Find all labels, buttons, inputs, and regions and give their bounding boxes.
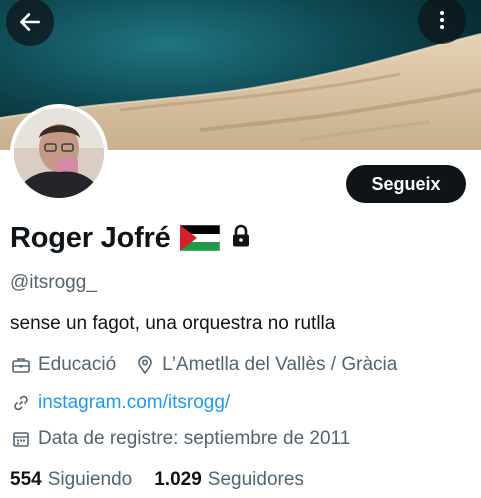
followers-count: 1.029 bbox=[154, 469, 202, 490]
profile-stats: 554 Siguiendo 1.029 Seguidores bbox=[10, 469, 304, 491]
profile-handle: @itsrogg_ bbox=[10, 272, 97, 293]
following-link[interactable]: 554 Siguiendo bbox=[10, 469, 132, 491]
following-label: Siguiendo bbox=[47, 469, 133, 490]
calendar-icon bbox=[10, 428, 32, 450]
profile-category: Educació bbox=[38, 354, 117, 375]
profile-joined-row: Data de registre: septiembre de 2011 bbox=[10, 428, 350, 450]
profile-joined-date: Data de registre: septiembre de 2011 bbox=[38, 428, 351, 449]
profile-name: Roger Jofré bbox=[10, 221, 171, 254]
briefcase-icon bbox=[10, 354, 32, 376]
link-icon bbox=[10, 392, 32, 414]
back-button[interactable] bbox=[6, 0, 54, 46]
avatar-photo bbox=[14, 108, 104, 198]
location-pin-icon bbox=[134, 354, 156, 376]
back-arrow-icon bbox=[20, 13, 40, 31]
follow-button[interactable]: Segueix bbox=[346, 165, 466, 203]
followers-label: Seguidores bbox=[207, 469, 304, 490]
palestine-flag-icon bbox=[179, 224, 220, 252]
profile-name-row: Roger Jofré bbox=[10, 220, 252, 256]
profile-location: L’Ametlla del Vallès / Gràcia bbox=[162, 354, 398, 375]
profile-website-row: instagram.com/itsrogg/ bbox=[10, 392, 230, 414]
followers-link[interactable]: 1.029 Seguidores bbox=[154, 469, 304, 491]
following-count: 554 bbox=[10, 469, 42, 490]
lock-icon bbox=[230, 224, 252, 253]
profile-meta-row: Educació L’Ametlla del Vallès / Gràcia bbox=[10, 354, 397, 376]
follow-button-label: Segueix bbox=[371, 173, 441, 194]
profile-bio: sense un fagot, una orquestra no rutlla bbox=[10, 313, 336, 334]
avatar[interactable] bbox=[10, 104, 108, 202]
more-vertical-icon bbox=[440, 11, 444, 29]
profile-website-link[interactable]: instagram.com/itsrogg/ bbox=[38, 392, 230, 414]
